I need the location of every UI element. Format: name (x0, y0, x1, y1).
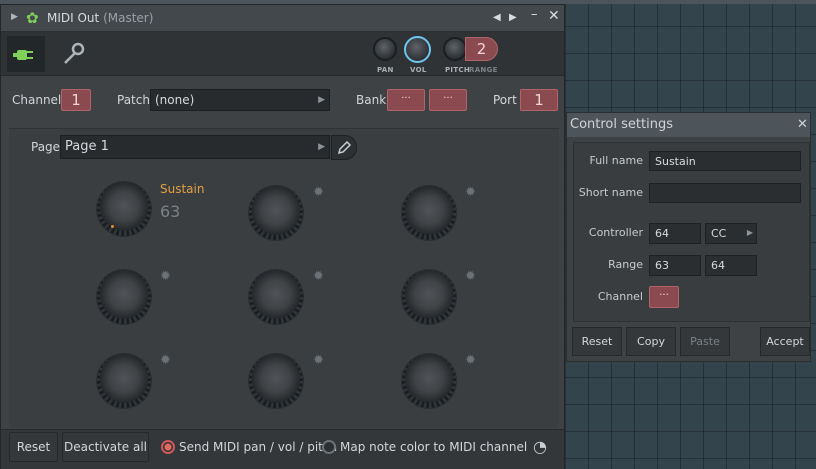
knob-3[interactable] (402, 186, 456, 240)
knob-5[interactable] (249, 270, 303, 324)
range-max-input[interactable]: 64 (705, 255, 757, 276)
snail-icon[interactable]: ◔ (533, 437, 547, 456)
page-label: Page (31, 140, 61, 154)
knob-indicator (111, 313, 114, 316)
deactivate-all-button[interactable]: Deactivate all (62, 432, 149, 462)
edit-page-button[interactable] (331, 135, 357, 160)
bank-label: Bank (356, 93, 387, 107)
window-title-text: MIDI Out (47, 11, 100, 25)
full-name-input[interactable]: Sustain (649, 151, 801, 171)
gear-icon[interactable]: ✹ (313, 269, 324, 284)
knob-indicator (263, 313, 266, 316)
gear-icon[interactable]: ✹ (465, 353, 476, 368)
cs-reset-button[interactable]: Reset (572, 327, 622, 356)
vol-knob[interactable] (404, 36, 431, 63)
pencil-icon (337, 140, 352, 155)
tab-settings[interactable] (55, 36, 91, 72)
send-midi-radio[interactable] (161, 440, 175, 454)
tab-plugin[interactable] (7, 36, 45, 72)
cs-accept-button[interactable]: Accept (760, 327, 810, 356)
knob-indicator (416, 229, 419, 232)
gear-icon[interactable]: ✹ (313, 185, 324, 200)
knob-7[interactable] (97, 354, 151, 408)
wrench-icon (64, 42, 85, 64)
knob-indicator (111, 397, 114, 400)
page-select[interactable]: Page 1 ▶ (60, 135, 330, 159)
knob-indicator (111, 225, 114, 228)
arrow-left-icon[interactable]: ◀ (493, 12, 501, 23)
knob-9[interactable] (402, 354, 456, 408)
chevron-right-icon: ▶ (746, 228, 753, 237)
knob-indicator (263, 229, 266, 232)
pitch-label: PITCH (445, 66, 471, 74)
bank-value-2[interactable]: ··· (429, 89, 467, 111)
controller-type-select[interactable]: CC ▶ (705, 223, 757, 244)
port-label: Port (493, 93, 517, 107)
gear-icon[interactable]: ✹ (313, 353, 324, 368)
chevron-right-icon: ▶ (318, 142, 325, 152)
knob-indicator (416, 397, 419, 400)
cs-copy-button[interactable]: Copy (626, 327, 676, 356)
range-min-input[interactable]: 63 (649, 255, 701, 276)
cs-paste-button[interactable]: Paste (680, 327, 730, 356)
gear-icon[interactable]: ✹ (160, 269, 171, 284)
knob-1-value: 63 (160, 202, 181, 221)
gear-icon[interactable]: ✹ (465, 269, 476, 284)
vol-label: VOL (410, 66, 427, 74)
chevron-right-icon: ▶ (318, 95, 325, 105)
send-midi-label: Send MIDI pan / vol / pitch (179, 440, 338, 454)
channel-label: Channel (12, 93, 62, 107)
dialog-title: Control settings (570, 117, 673, 132)
knob-1-name: Sustain (160, 182, 205, 196)
knob-2[interactable] (249, 186, 303, 240)
gear-icon[interactable]: ✿ (26, 9, 39, 27)
arrow-right-icon[interactable]: ▶ (509, 12, 517, 23)
map-color-label: Map note color to MIDI channel (340, 440, 528, 454)
pan-label: PAN (377, 66, 394, 74)
gear-icon[interactable]: ✹ (465, 185, 476, 200)
collapse-arrow-icon[interactable]: ▶ (11, 12, 18, 22)
close-icon[interactable]: ✕ (548, 8, 560, 24)
patch-label: Patch (117, 93, 150, 107)
minimize-icon[interactable]: – (531, 7, 538, 22)
pitch-range-value[interactable]: 2 (465, 37, 498, 61)
bank-value-1[interactable]: ··· (387, 89, 425, 111)
controller-input[interactable]: 64 (649, 223, 701, 244)
title-bar[interactable]: ▶ ✿ MIDI Out (Master) ◀ ▶ – ✕ (1, 5, 564, 32)
cs-channel-value[interactable]: ··· (649, 286, 679, 308)
window-title: MIDI Out (Master) (47, 11, 153, 25)
knob-indicator (416, 313, 419, 316)
full-name-label: Full name (589, 154, 643, 167)
midi-out-window: ▶ ✿ MIDI Out (Master) ◀ ▶ – ✕ PAN VOL PI… (0, 4, 565, 469)
range-label: Range (608, 258, 643, 271)
controller-label: Controller (588, 226, 643, 239)
gear-icon[interactable]: ✹ (160, 353, 171, 368)
port-value[interactable]: 1 (520, 89, 558, 111)
reset-button[interactable]: Reset (9, 432, 58, 462)
page-value: Page 1 (65, 139, 109, 154)
cs-channel-label: Channel (597, 290, 643, 303)
plugin-toolbar: PAN VOL PITCH 2 RANGE (1, 32, 564, 76)
knob-4[interactable] (97, 270, 151, 324)
range-label: RANGE (469, 66, 498, 74)
pitch-knob[interactable] (443, 37, 467, 61)
short-name-label: Short name (578, 186, 643, 199)
knob-6[interactable] (402, 270, 456, 324)
knob-indicator (263, 397, 266, 400)
pan-knob[interactable] (373, 37, 397, 61)
channel-value[interactable]: 1 (61, 89, 91, 111)
controller-type-value: CC (711, 227, 727, 240)
plug-icon (13, 50, 33, 60)
dialog-title-bar[interactable]: Control settings ✕ (567, 113, 810, 137)
map-color-radio[interactable] (322, 440, 336, 454)
short-name-input[interactable] (649, 183, 801, 203)
close-icon[interactable]: ✕ (797, 117, 808, 132)
patch-value: (none) (155, 93, 195, 107)
knob-8[interactable] (249, 354, 303, 408)
patch-select[interactable]: (none) ▶ (150, 89, 330, 111)
knob-1[interactable] (97, 182, 151, 236)
window-subtitle: (Master) (103, 11, 154, 25)
